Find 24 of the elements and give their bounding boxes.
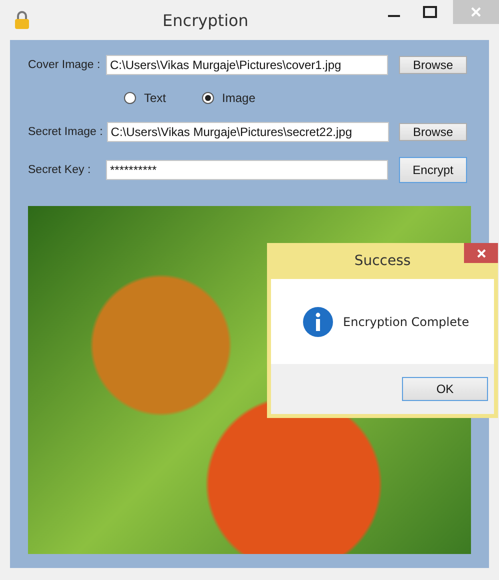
close-button[interactable] — [464, 243, 498, 263]
ok-button[interactable]: OK — [402, 377, 488, 401]
radio-button[interactable] — [124, 92, 136, 104]
field-label: Secret Key : — [28, 164, 92, 176]
path-field[interactable]: C:\Users\Vikas Murgaje\Pictures\cover1.jpg — [106, 55, 388, 75]
field-label: Secret Image : — [28, 126, 103, 138]
radio-option[interactable]: Text — [124, 91, 166, 105]
dialog-title: Success — [353, 253, 412, 269]
browse-button[interactable]: Browse — [399, 56, 467, 74]
radio-button[interactable] — [202, 92, 214, 104]
password-field[interactable]: ********** — [106, 160, 388, 180]
window-title: Encryption — [162, 10, 250, 30]
close-icon — [476, 248, 486, 258]
maximize-icon — [423, 6, 437, 18]
padlock-icon — [14, 11, 30, 29]
radio-option[interactable]: Image — [202, 91, 256, 105]
minimize-icon — [388, 15, 400, 17]
info-icon — [303, 306, 333, 336]
field-label: Cover Image : — [28, 59, 102, 71]
encrypt-button[interactable]: Encrypt — [399, 157, 467, 183]
path-field[interactable]: C:\Users\Vikas Murgaje\Pictures\secret22.jpg — [106, 122, 389, 142]
message-text: Encryption Complete — [343, 314, 470, 328]
browse-button[interactable]: Browse — [399, 123, 467, 141]
close-icon — [471, 7, 481, 17]
